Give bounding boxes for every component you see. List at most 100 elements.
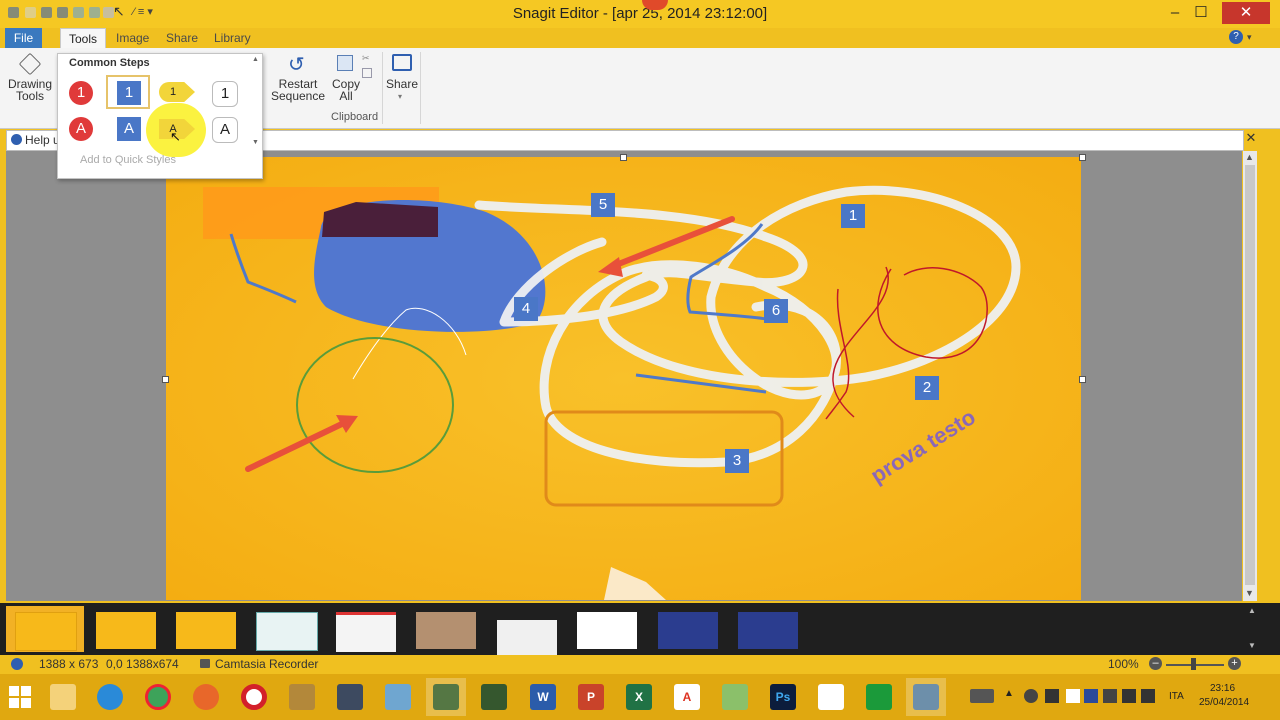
step-label[interactable]: 3 bbox=[725, 449, 749, 473]
info-icon[interactable] bbox=[11, 658, 23, 670]
filmstrip-thumb[interactable] bbox=[416, 612, 476, 649]
mouse-pointer-icon: ↖ bbox=[170, 129, 181, 144]
show-hidden-icons[interactable]: ▲ bbox=[1004, 688, 1014, 699]
help-text: Help u bbox=[25, 133, 60, 147]
filmstrip-thumb[interactable] bbox=[256, 612, 318, 651]
style-white-letter[interactable]: A bbox=[212, 117, 238, 143]
step-label[interactable]: 1 bbox=[841, 204, 865, 228]
excel-icon[interactable]: X bbox=[626, 684, 652, 710]
maximize-icon[interactable]: ☐ bbox=[1186, 2, 1216, 24]
style-red-circle-letter[interactable]: A bbox=[69, 117, 93, 141]
app-icon[interactable] bbox=[289, 684, 315, 710]
scroll-up-icon[interactable]: ▲ bbox=[1248, 606, 1256, 615]
paste-icon[interactable] bbox=[362, 68, 372, 78]
powerpoint-icon[interactable]: P bbox=[578, 684, 604, 710]
chevron-down-icon[interactable]: ▾ bbox=[1247, 32, 1252, 43]
restart-sequence-button[interactable]: Restart Sequence bbox=[270, 78, 326, 102]
zoom-level[interactable]: 100% bbox=[1108, 657, 1139, 671]
filmstrip-thumb[interactable] bbox=[336, 612, 396, 652]
tab-library[interactable]: Library bbox=[206, 28, 259, 48]
word-icon[interactable]: W bbox=[530, 684, 556, 710]
windows-start-icon[interactable] bbox=[9, 686, 31, 708]
app-icon[interactable] bbox=[385, 684, 411, 710]
cursor-position: 0,0 1388x674 bbox=[106, 657, 179, 671]
pen-icon bbox=[18, 52, 42, 76]
store-icon[interactable] bbox=[866, 684, 892, 710]
opera-icon[interactable] bbox=[241, 684, 267, 710]
drawing-tools-button[interactable]: Drawing Tools bbox=[6, 78, 54, 102]
image-canvas[interactable]: 5 1 4 6 2 3 prova testo bbox=[166, 157, 1081, 600]
close-icon[interactable]: ✕ bbox=[1244, 130, 1258, 146]
close-icon[interactable]: ✕ bbox=[1222, 2, 1270, 24]
snagit-editor-icon[interactable] bbox=[913, 684, 939, 710]
tray-icon[interactable] bbox=[1103, 689, 1117, 703]
app-icon[interactable] bbox=[722, 684, 748, 710]
style-red-circle-number[interactable]: 1 bbox=[69, 81, 93, 105]
filmstrip-thumb[interactable] bbox=[658, 612, 718, 649]
add-to-quick-styles-button[interactable]: Add to Quick Styles bbox=[80, 154, 176, 166]
filmstrip-thumb[interactable] bbox=[497, 612, 557, 657]
step-label[interactable]: 6 bbox=[764, 299, 788, 323]
tray-icon[interactable] bbox=[1066, 689, 1080, 703]
clock-date[interactable]: 25/04/2014 bbox=[1199, 697, 1249, 708]
clock-time[interactable]: 23:16 bbox=[1210, 683, 1235, 694]
scroll-up-icon[interactable]: ▲ bbox=[252, 56, 259, 63]
tab-image[interactable]: Image bbox=[108, 28, 157, 48]
scroll-down-icon[interactable]: ▼ bbox=[1248, 641, 1256, 650]
divider bbox=[420, 52, 421, 124]
tray-icon[interactable] bbox=[1024, 689, 1038, 703]
help-icon[interactable]: ? bbox=[1229, 30, 1243, 44]
restart-icon: ↺ bbox=[288, 54, 305, 76]
resize-handle[interactable] bbox=[1079, 154, 1086, 161]
chrome-icon[interactable] bbox=[145, 684, 171, 710]
app-icon[interactable] bbox=[481, 684, 507, 710]
language-indicator[interactable]: ITA bbox=[1169, 691, 1184, 702]
network-icon[interactable] bbox=[1122, 689, 1136, 703]
style-yellow-callout-number[interactable]: 1 bbox=[159, 82, 195, 102]
style-white-number[interactable]: 1 bbox=[212, 81, 238, 107]
zoom-in-icon[interactable]: + bbox=[1228, 657, 1241, 670]
volume-icon[interactable] bbox=[1141, 689, 1155, 703]
style-blue-square-number[interactable]: 1 bbox=[117, 81, 141, 105]
photoshop-icon[interactable]: Ps bbox=[770, 684, 796, 710]
acrobat-icon[interactable]: A bbox=[674, 684, 700, 710]
app-icon[interactable] bbox=[818, 684, 844, 710]
step-label[interactable]: 5 bbox=[591, 193, 615, 217]
resize-handle[interactable] bbox=[162, 376, 169, 383]
internet-explorer-icon[interactable] bbox=[97, 684, 123, 710]
tab-file[interactable]: File bbox=[5, 28, 42, 48]
scroll-down-icon[interactable]: ▼ bbox=[1245, 588, 1254, 598]
zoom-out-icon[interactable]: – bbox=[1149, 657, 1162, 670]
tab-share[interactable]: Share bbox=[158, 28, 206, 48]
tab-tools[interactable]: Tools bbox=[60, 28, 107, 49]
style-blue-square-letter[interactable]: A bbox=[117, 117, 141, 141]
resize-handle[interactable] bbox=[620, 154, 627, 161]
quick-styles-popup: Common Steps ▲ ▼ 1 1 1 1 A A A A ↖ Add t… bbox=[57, 53, 263, 179]
recorder-icon bbox=[200, 659, 210, 668]
step-label[interactable]: 2 bbox=[915, 376, 939, 400]
chevron-down-icon[interactable]: ▾ bbox=[398, 92, 402, 101]
zoom-slider-thumb[interactable] bbox=[1191, 658, 1196, 670]
resize-handle[interactable] bbox=[1079, 376, 1086, 383]
scroll-down-icon[interactable]: ▼ bbox=[252, 139, 259, 146]
tray-icon[interactable] bbox=[1045, 689, 1059, 703]
camtasia-icon[interactable] bbox=[433, 684, 459, 710]
filmstrip-thumb[interactable] bbox=[577, 612, 637, 649]
scroll-up-icon[interactable]: ▲ bbox=[1245, 152, 1254, 162]
filmstrip-thumb[interactable] bbox=[738, 612, 798, 649]
recorder-label[interactable]: Camtasia Recorder bbox=[215, 657, 318, 671]
file-explorer-icon[interactable] bbox=[50, 684, 76, 710]
filmstrip-thumb[interactable] bbox=[96, 612, 156, 649]
filmstrip-thumb[interactable] bbox=[176, 612, 236, 649]
keyboard-icon[interactable] bbox=[970, 689, 994, 703]
step-label[interactable]: 4 bbox=[514, 297, 538, 321]
filmstrip-thumb[interactable] bbox=[15, 612, 77, 651]
app-icon[interactable] bbox=[337, 684, 363, 710]
copy-all-button[interactable]: Copy All bbox=[326, 78, 366, 102]
tray-icon[interactable] bbox=[1084, 689, 1098, 703]
firefox-icon[interactable] bbox=[193, 684, 219, 710]
scrollbar-thumb[interactable] bbox=[1245, 165, 1255, 585]
dark-shape bbox=[322, 202, 438, 237]
share-button[interactable]: Share bbox=[386, 78, 418, 90]
cut-icon[interactable]: ✂ bbox=[362, 53, 370, 64]
